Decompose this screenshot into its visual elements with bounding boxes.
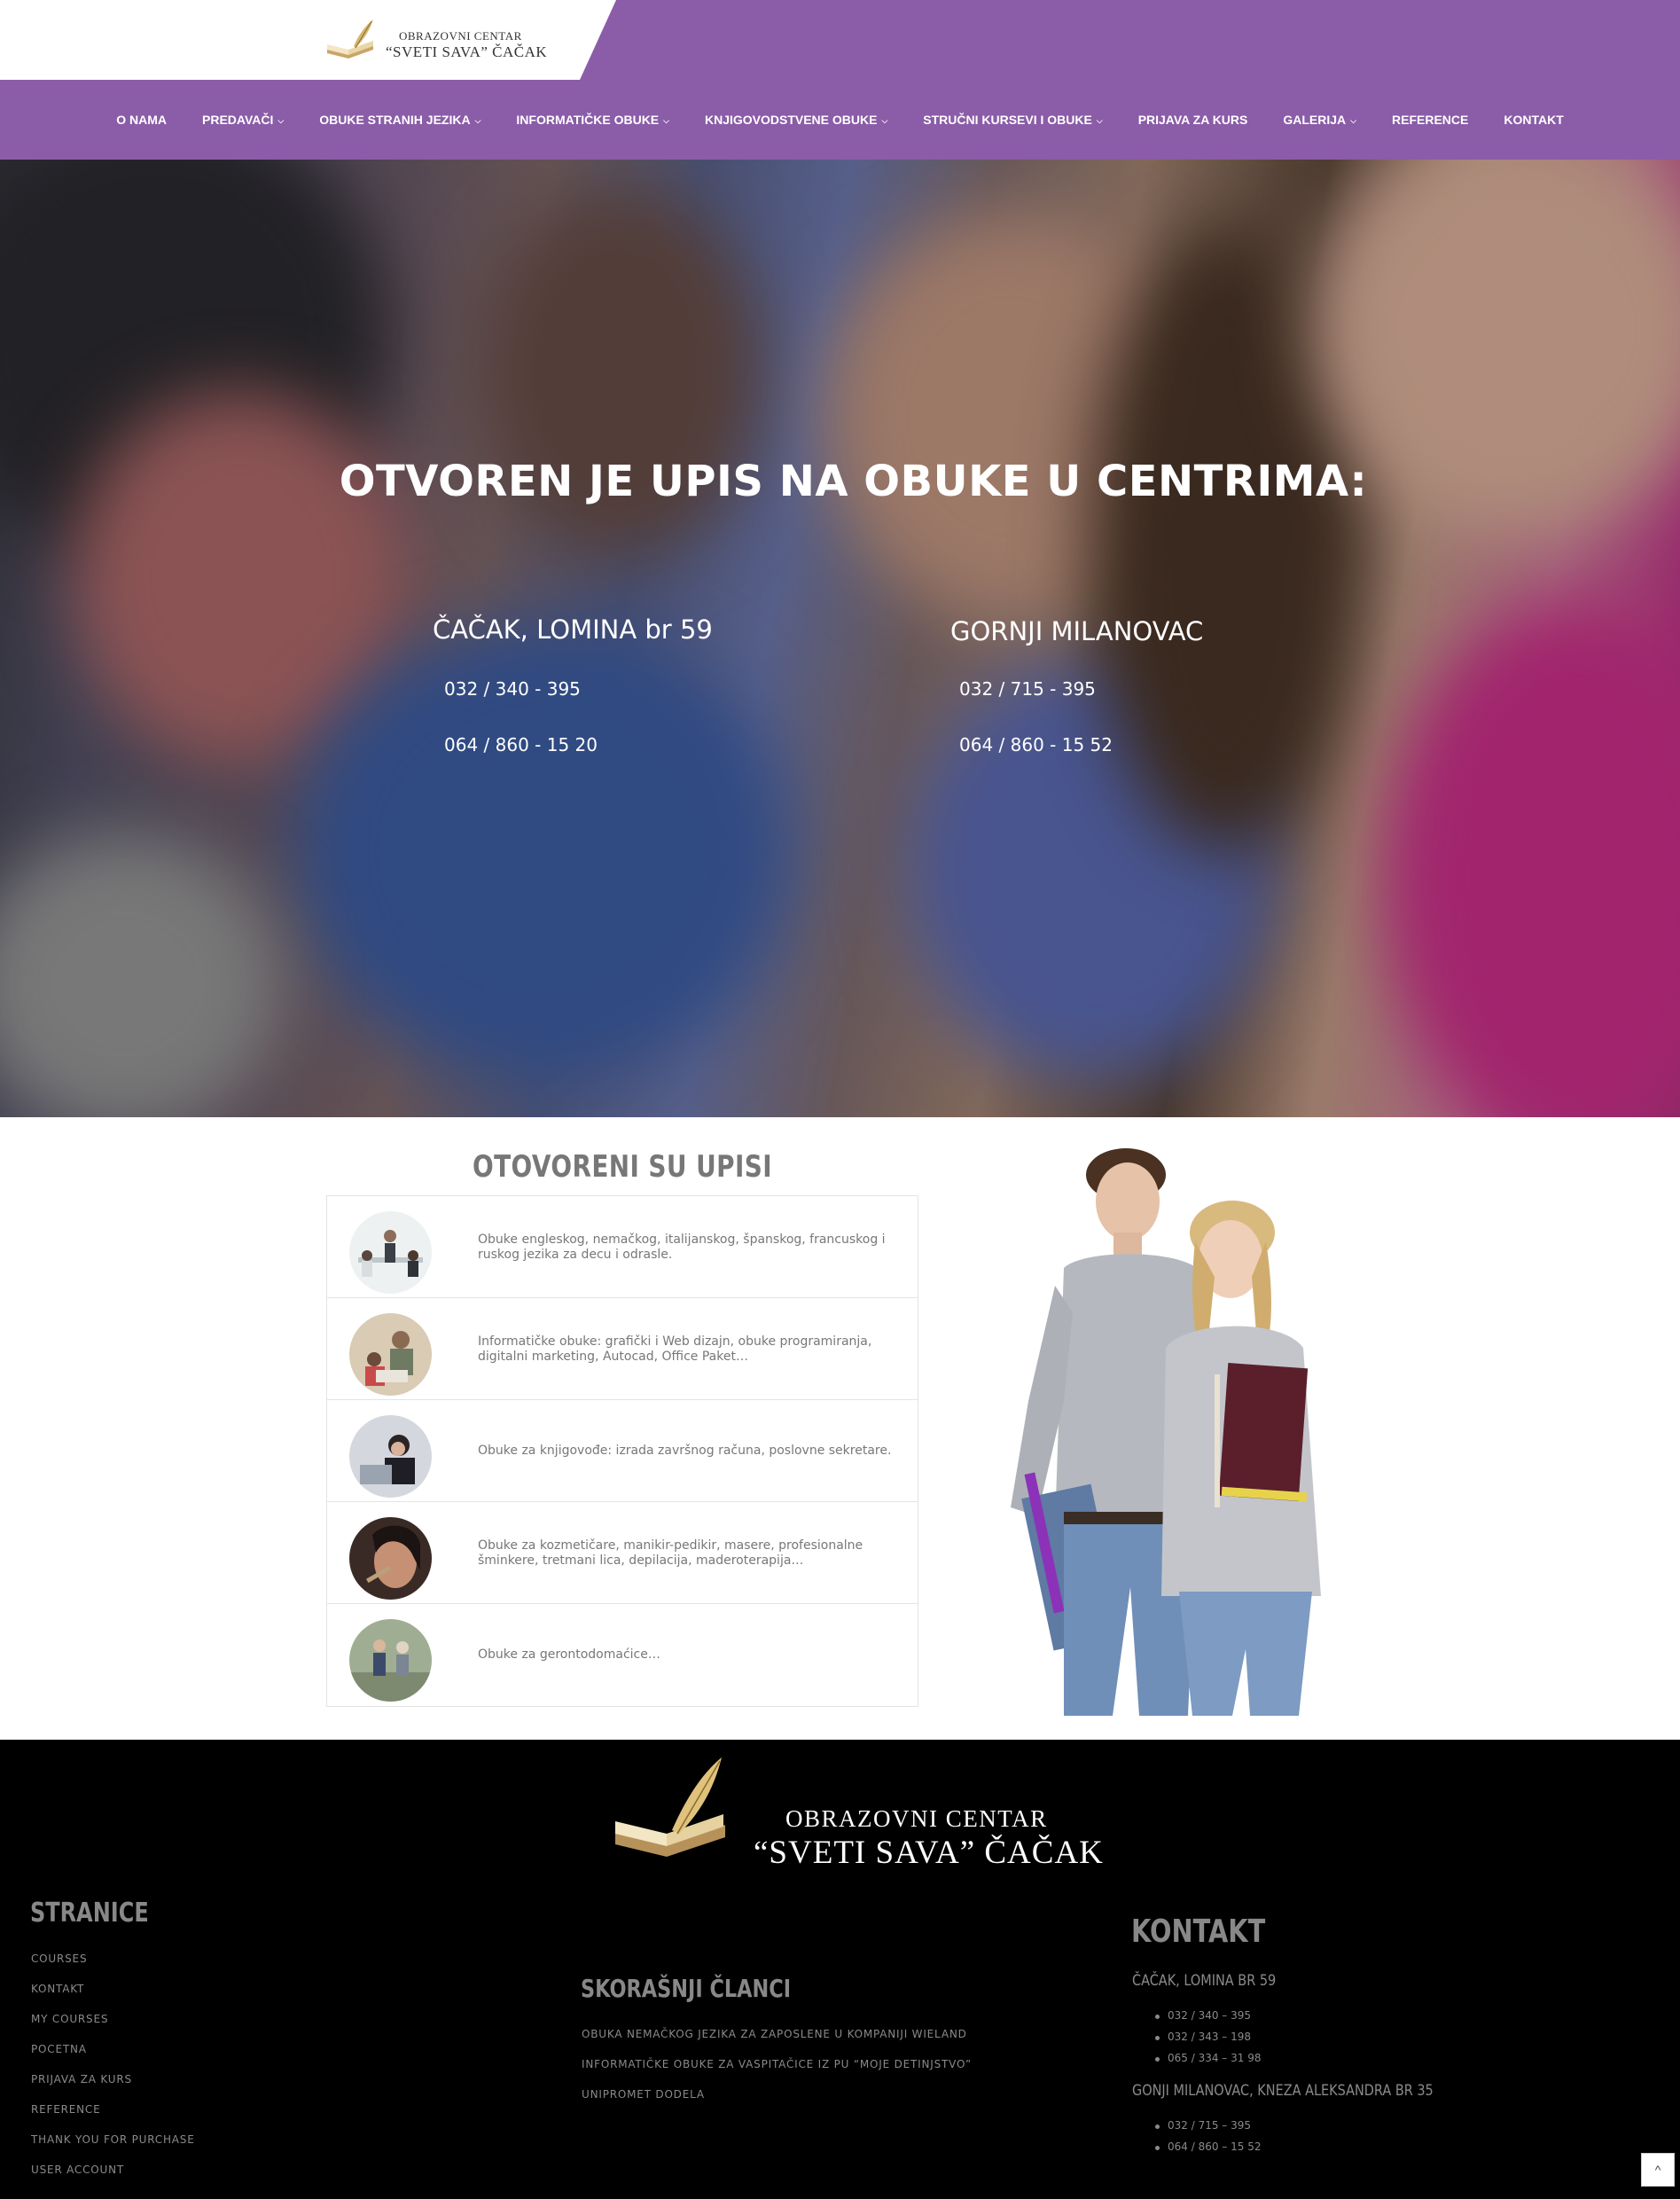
footer-link[interactable]: OBUKA NEMAČKOG JEZIKA ZA ZAPOSLENE U KOM… xyxy=(582,2028,967,2040)
footer: OBRAZOVNI CENTAR “SVETI SAVA” ČAČAK STRA… xyxy=(0,1740,1680,2199)
nav-label: GALERIJA xyxy=(1283,113,1347,127)
section-title: OTOVORENI SU UPISI xyxy=(472,1149,773,1185)
chevron-down-icon: ⌵ xyxy=(277,115,285,125)
top-bar: OBRAZOVNI CENTAR “SVETI SAVA” ČAČAK xyxy=(0,0,1680,80)
course-thumbnail xyxy=(349,1517,432,1600)
footer-link[interactable]: UNIPROMET DODELA xyxy=(582,2088,705,2101)
hero-banner: OTVOREN JE UPIS NA OBUKE U CENTRIMA: ČAČ… xyxy=(0,160,1680,1117)
nav-obuke-stranih-jezika[interactable]: OBUKE STRANIH JEZIKA ⌵ xyxy=(301,113,498,127)
course-description: Obuke za kozmetičare, manikir-pedikir, m… xyxy=(478,1538,863,1568)
nav-label: OBUKE STRANIH JEZIKA xyxy=(319,113,471,127)
students-image xyxy=(1011,1148,1321,1716)
list-item[interactable]: Obuke za gerontodomaćice… xyxy=(327,1604,918,1706)
nav-o-nama[interactable]: O NAMA xyxy=(98,113,184,127)
nav-label: KONTAKT xyxy=(1504,113,1564,127)
course-thumbnail xyxy=(349,1313,432,1396)
course-description: Obuke za knjigovođe: izrada završnog rač… xyxy=(478,1444,892,1458)
chevron-down-icon: ⌵ xyxy=(1096,115,1103,125)
hero-overlay xyxy=(0,160,1680,1117)
location-gornji-milanovac: GORNJI MILANOVAC 032 / 715 - 395 064 / 8… xyxy=(950,616,1305,758)
nav-informaticke-obuke[interactable]: INFORMATIČKE OBUKE ⌵ xyxy=(498,113,687,127)
footer-link[interactable]: USER ACCOUNT xyxy=(31,2164,124,2176)
location-phone: 064 / 860 - 15 20 xyxy=(444,734,598,755)
footer-link[interactable]: PRIJAVA ZA KURS xyxy=(31,2073,132,2086)
nav-reference[interactable]: REFERENCE xyxy=(1374,113,1486,127)
footer-heading-clanci: SKORAŠNJI ČLANCI xyxy=(581,1974,792,2003)
list-item[interactable]: Informatičke obuke: grafički i Web dizaj… xyxy=(327,1298,918,1400)
footer-phone: 032 / 343 – 198 xyxy=(1154,2031,1252,2043)
chevron-up-icon: ^ xyxy=(1654,2163,1661,2177)
chevron-down-icon: ⌵ xyxy=(663,115,669,125)
list-item[interactable]: Obuke engleskog, nemačkog, italijanskog,… xyxy=(327,1196,918,1298)
footer-phone: 065 / 334 – 31 98 xyxy=(1154,2052,1262,2064)
nav-label: INFORMATIČKE OBUKE xyxy=(516,113,660,127)
footer-phone: 032 / 715 – 395 xyxy=(1154,2119,1252,2132)
list-item[interactable]: Obuke za kozmetičare, manikir-pedikir, m… xyxy=(327,1502,918,1604)
nav-galerija[interactable]: GALERIJA ⌵ xyxy=(1265,113,1374,127)
footer-phone: 064 / 860 – 15 52 xyxy=(1154,2140,1262,2153)
course-list: Obuke engleskog, nemačkog, italijanskog,… xyxy=(326,1195,918,1707)
footer-phone: 032 / 340 – 395 xyxy=(1154,2009,1252,2022)
nav-label: PRIJAVA ZA KURS xyxy=(1137,113,1248,127)
footer-heading-kontakt: KONTAKT xyxy=(1131,1913,1266,1950)
location-phone: 064 / 860 - 15 52 xyxy=(959,734,1113,755)
list-item[interactable]: Obuke za knjigovođe: izrada završnog rač… xyxy=(327,1400,918,1502)
nav-predavaci[interactable]: PREDAVAČI ⌵ xyxy=(184,113,301,127)
footer-link[interactable]: POCETNA xyxy=(31,2043,87,2055)
course-thumbnail xyxy=(349,1415,432,1498)
footer-logo-line-1: OBRAZOVNI CENTAR xyxy=(785,1805,1048,1832)
location-name: ČAČAK, LOMINA br 59 xyxy=(433,614,713,645)
course-description: Informatičke obuke: grafički i Web dizaj… xyxy=(478,1334,872,1364)
footer-link[interactable]: INFORMATIČKE OBUKE ZA VASPITAČICE IZ PU … xyxy=(582,2058,972,2070)
location-phone: 032 / 715 - 395 xyxy=(959,678,1096,700)
main-navigation: O NAMA PREDAVAČI ⌵ OBUKE STRANIH JEZIKA ⌵ … xyxy=(0,80,1680,160)
footer-logo-line-2: “SVETI SAVA” ČAČAK xyxy=(754,1835,1104,1871)
book-quill-icon xyxy=(327,20,373,59)
page: OBRAZOVNI CENTAR “SVETI SAVA” ČAČAK O NA… xyxy=(0,0,1680,2199)
scroll-to-top-button[interactable]: ^ xyxy=(1641,2153,1675,2187)
nav-kontakt[interactable]: KONTAKT xyxy=(1486,113,1581,127)
chevron-down-icon: ⌵ xyxy=(474,115,481,125)
location-name: GORNJI MILANOVAC xyxy=(950,616,1204,646)
nav-list: O NAMA PREDAVAČI ⌵ OBUKE STRANIH JEZIKA ⌵ … xyxy=(0,80,1680,160)
footer-heading-stranice: STRANICE xyxy=(30,1898,149,1929)
book-quill-icon xyxy=(615,1757,725,1857)
footer-link[interactable]: MY COURSES xyxy=(31,2013,108,2025)
footer-link[interactable]: REFERENCE xyxy=(31,2103,100,2116)
location-cacak: ČAČAK, LOMINA br 59 032 / 340 - 395 064 … xyxy=(433,614,787,756)
chevron-down-icon: ⌵ xyxy=(881,115,888,125)
footer-logo[interactable]: OBRAZOVNI CENTAR “SVETI SAVA” ČAČAK xyxy=(610,1756,1103,1871)
nav-label: PREDAVAČI xyxy=(202,113,274,127)
nav-label: KNJIGOVODSTVENE OBUKE xyxy=(704,113,878,127)
chevron-down-icon: ⌵ xyxy=(1350,115,1356,125)
nav-strucni-kursevi[interactable]: STRUČNI KURSEVI I OBUKE ⌵ xyxy=(905,113,1120,127)
footer-location-2: GONJI MILANOVAC, KNEZA ALEKSANDRA BR 35 xyxy=(1132,2082,1434,2100)
footer-link[interactable]: COURSES xyxy=(31,1952,87,1965)
nav-label: O NAMA xyxy=(116,113,167,127)
site-logo[interactable]: OBRAZOVNI CENTAR “SVETI SAVA” ČAČAK xyxy=(324,14,547,64)
course-description: Obuke za gerontodomaćice… xyxy=(478,1647,660,1662)
footer-location-1: ČAČAK, LOMINA BR 59 xyxy=(1132,1972,1277,1990)
nav-label: STRUČNI KURSEVI I OBUKE xyxy=(923,113,1092,127)
course-thumbnail xyxy=(349,1211,432,1294)
nav-prijava-za-kurs[interactable]: PRIJAVA ZA KURS xyxy=(1121,113,1266,127)
logo-line-1: OBRAZOVNI CENTAR xyxy=(399,29,522,43)
footer-link[interactable]: THANK YOU FOR PURCHASE xyxy=(31,2133,195,2146)
logo-line-2: “SVETI SAVA” ČAČAK xyxy=(386,43,548,60)
footer-link[interactable]: KONTAKT xyxy=(31,1983,84,1995)
course-description: Obuke engleskog, nemačkog, italijanskog,… xyxy=(478,1232,886,1262)
location-phone: 032 / 340 - 395 xyxy=(444,678,581,700)
course-thumbnail xyxy=(349,1619,432,1702)
hero-title: OTVOREN JE UPIS NA OBUKE U CENTRIMA: xyxy=(339,457,1368,506)
nav-knjigovodstvene-obuke[interactable]: KNJIGOVODSTVENE OBUKE ⌵ xyxy=(687,113,905,127)
nav-label: REFERENCE xyxy=(1392,113,1469,127)
